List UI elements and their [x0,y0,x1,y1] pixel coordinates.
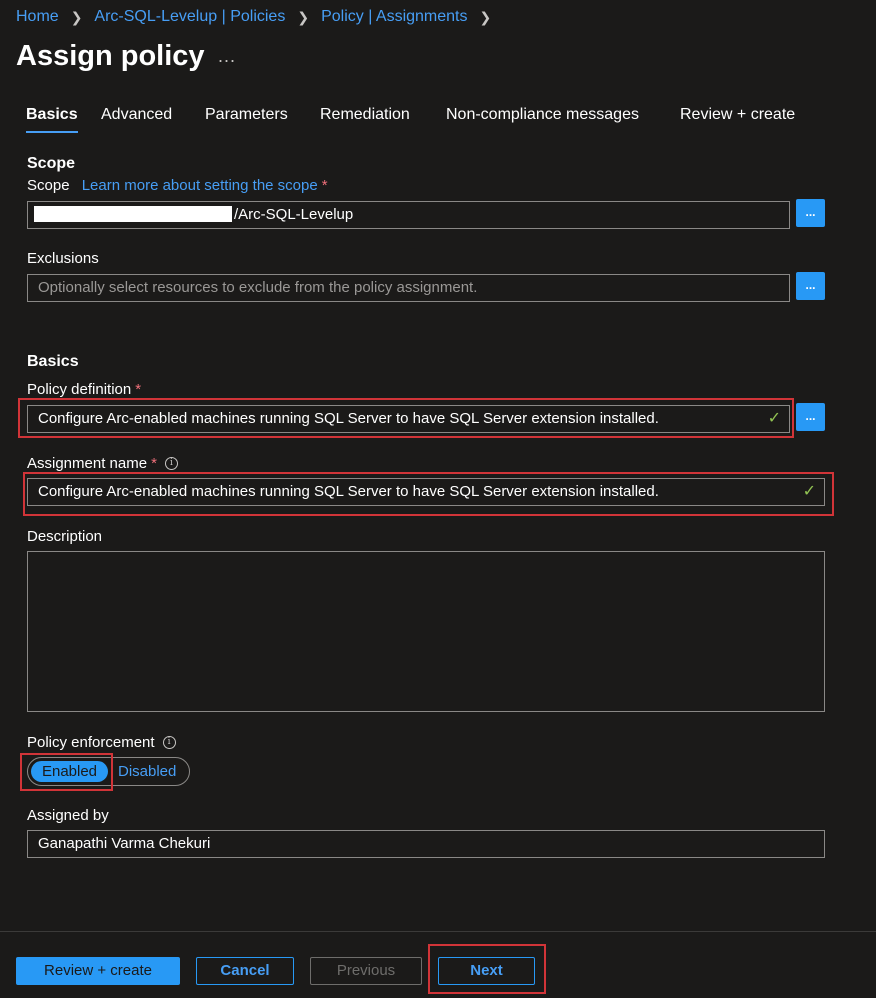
review-create-button[interactable]: Review + create [16,957,180,985]
policy-enforcement-label-row: Policy enforcement i [27,734,176,751]
assignment-name-label-row: Assignment name * i [27,455,178,472]
breadcrumb-home[interactable]: Home [16,8,59,26]
info-icon[interactable]: i [164,456,178,470]
checkmark-icon: ✓ [767,410,781,427]
policy-definition-field[interactable]: Configure Arc-enabled machines running S… [27,405,790,433]
tab-basics[interactable]: Basics [26,106,78,133]
assignment-name-value: Configure Arc-enabled machines running S… [38,483,659,500]
required-mark: * [135,381,142,398]
description-textarea[interactable] [27,551,825,712]
redacted-block [34,206,232,223]
enforcement-enabled-option[interactable]: Enabled [31,761,108,782]
more-options-button[interactable]: ... [218,46,236,67]
info-icon[interactable]: i [162,735,176,749]
learn-more-scope-link[interactable]: Learn more about setting the scope [82,177,318,194]
policy-enforcement-toggle: Enabled Disabled [27,757,190,786]
assigned-by-field[interactable]: Ganapathi Varma Chekuri [27,830,825,858]
cancel-button[interactable]: Cancel [196,957,294,985]
chevron-right-icon: ❯ [70,8,83,25]
exclusions-browse-button[interactable]: ... [796,272,825,300]
scope-browse-button[interactable]: ... [796,199,825,227]
required-mark: * [321,177,328,194]
enforcement-disabled-option[interactable]: Disabled [118,761,176,782]
policy-enforcement-label: Policy enforcement [27,734,155,751]
scope-section-title: Scope [27,155,76,172]
basics-section-title: Basics [27,353,79,370]
exclusions-field[interactable]: Optionally select resources to exclude f… [27,274,790,302]
footer-divider [0,931,876,932]
policy-definition-label-row: Policy definition * [27,381,141,398]
exclusions-label: Exclusions [27,250,99,267]
assignment-name-field[interactable]: Configure Arc-enabled machines running S… [27,478,825,506]
tab-non-compliance-messages[interactable]: Non-compliance messages [446,106,639,124]
scope-field[interactable]: /Arc-SQL-Levelup [27,201,790,229]
breadcrumb-policies[interactable]: Arc-SQL-Levelup | Policies [94,8,285,26]
page-title: Assign policy [16,40,205,72]
assigned-by-label: Assigned by [27,807,109,824]
chevron-right-icon: ❯ [297,8,310,25]
tab-advanced[interactable]: Advanced [101,106,172,124]
chevron-right-icon: ❯ [479,8,492,25]
policy-definition-browse-button[interactable]: ... [796,403,825,431]
breadcrumb: Home ❯ Arc-SQL-Levelup | Policies ❯ Poli… [16,8,503,26]
required-mark: * [151,455,157,472]
next-button[interactable]: Next [438,957,535,985]
tab-review-create[interactable]: Review + create [680,106,795,124]
policy-definition-label: Policy definition [27,381,132,398]
policy-definition-value: Configure Arc-enabled machines running S… [38,410,659,427]
scope-label-row: Scope Learn more about setting the scope… [27,177,328,194]
tab-remediation[interactable]: Remediation [320,106,410,124]
description-label: Description [27,528,103,545]
breadcrumb-assignments[interactable]: Policy | Assignments [321,8,467,26]
scope-label: Scope [27,177,70,194]
assignment-name-label: Assignment name [27,455,148,472]
checkmark-icon: ✓ [802,483,816,500]
scope-value: /Arc-SQL-Levelup [234,206,354,223]
previous-button[interactable]: Previous [310,957,422,985]
tab-parameters[interactable]: Parameters [205,106,288,124]
